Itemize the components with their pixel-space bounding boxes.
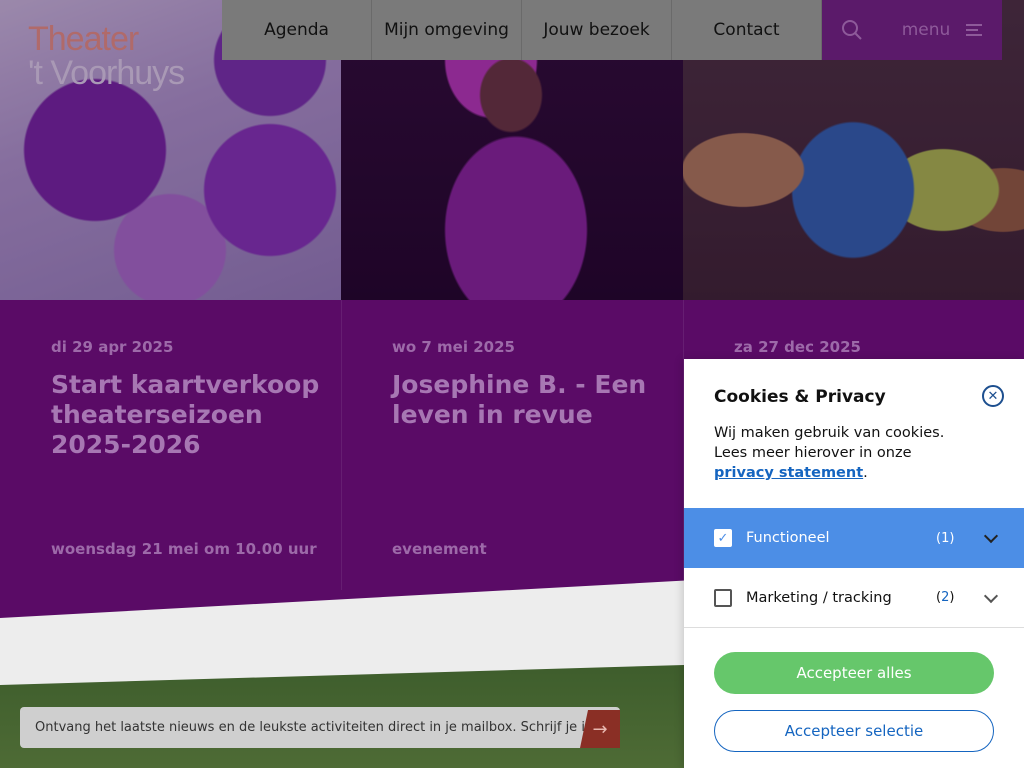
hamburger-icon [966,24,983,36]
event-date: wo 7 mei 2025 [392,338,515,356]
main-nav: Agenda Mijn omgeving Jouw bezoek Contact [222,0,822,60]
chevron-down-icon[interactable] [983,588,999,603]
logo-line-1: Theater [28,20,139,58]
cookie-row-label: Marketing / tracking [746,589,892,606]
nav-item-contact[interactable]: Contact [672,0,822,60]
event-card-3[interactable]: za 27 dec 2025 [683,300,1024,356]
cookie-row-marketing[interactable]: Marketing / tracking (2) [684,568,1024,628]
link-suffix: . [863,465,868,481]
accept-all-button[interactable]: Accepteer alles [714,652,994,694]
newsletter-text: Ontvang het laatste nieuws en de leukste… [35,720,598,735]
privacy-statement-link[interactable]: privacy statement [714,465,863,481]
page: di 29 apr 2025 Start kaartverkoop theate… [0,0,1024,768]
search-button[interactable] [822,0,882,60]
cookie-panel: Cookies & Privacy ✕ Wij maken gebruik va… [684,359,1024,768]
event-date: di 29 apr 2025 [51,338,174,356]
newsletter-bar[interactable]: Ontvang het laatste nieuws en de leukste… [20,707,620,748]
cookie-row-count: (2) [936,590,955,605]
event-card-1[interactable]: di 29 apr 2025 Start kaartverkoop theate… [0,300,341,558]
cookie-title: Cookies & Privacy [714,387,886,407]
nav-item-mijn-omgeving[interactable]: Mijn omgeving [372,0,522,60]
checkbox-checked-icon[interactable]: ✓ [714,529,732,547]
event-footer: woensdag 21 mei om 10.00 uur [51,540,317,558]
nav-item-jouw-bezoek[interactable]: Jouw bezoek [522,0,672,60]
logo-line-2: 't Voorhuys [28,54,185,92]
nav-item-agenda[interactable]: Agenda [222,0,372,60]
site-logo[interactable]: Theater 't Voorhuys [28,20,185,92]
menu-label: menu [901,20,951,40]
close-icon[interactable]: ✕ [982,385,1004,407]
checkbox-unchecked-icon[interactable] [714,588,732,607]
event-title: Start kaartverkoop theaterseizoen 2025-2… [51,370,320,459]
cookie-text-line-1: Wij maken gebruik van cookies. [714,425,945,441]
cookie-text-line-2: Lees meer hierover in onze [714,445,912,461]
cookie-row-count: (1) [936,530,955,546]
event-footer: evenement [392,540,487,558]
event-title: Josephine B. - Een leven in revue [392,370,647,429]
cookie-row-label: Functioneel [746,530,830,546]
event-card-2[interactable]: wo 7 mei 2025 Josephine B. - Een leven i… [341,300,682,558]
cookie-row-functioneel[interactable]: ✓ Functioneel (1) [684,508,1024,568]
event-date: za 27 dec 2025 [734,338,861,356]
search-icon [842,20,862,40]
cookie-description: Wij maken gebruik van cookies. Lees meer… [714,423,994,483]
chevron-down-icon[interactable] [983,528,999,544]
arrow-right-icon: → [592,718,608,740]
menu-button[interactable]: menu [882,0,1002,60]
accept-selection-button[interactable]: Accepteer selectie [714,710,994,752]
